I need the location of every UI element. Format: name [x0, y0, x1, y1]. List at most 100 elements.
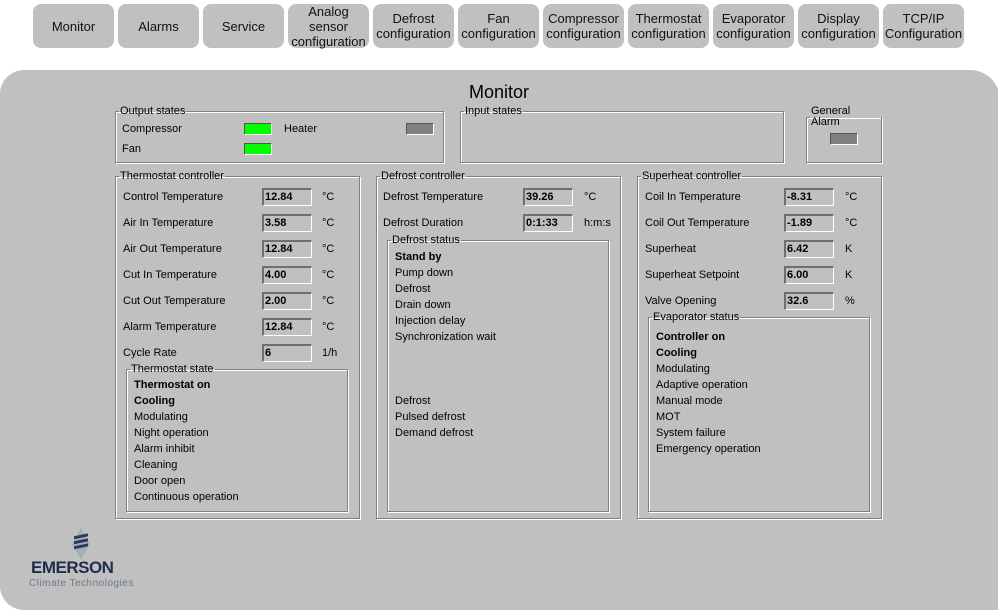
status-item: Drain down [395, 299, 451, 311]
status-item: Controller on [656, 331, 726, 343]
state-item: Alarm inhibit [134, 443, 195, 455]
tab-compressor-configuration[interactable]: Compressor configuration [543, 4, 624, 48]
general-alarm-indicator [830, 133, 858, 145]
cut-out-temperature-label: Cut Out Temperature [123, 295, 226, 307]
compressor-indicator [244, 123, 272, 135]
superheat-setpoint-label: Superheat Setpoint [645, 269, 740, 281]
air-in-temperature-label: Air In Temperature [123, 217, 214, 229]
brand-name: EMERSON [31, 558, 114, 577]
state-item: Cleaning [134, 459, 178, 471]
tab-label: Monitor [51, 18, 96, 34]
tab-label: Service [221, 18, 266, 34]
fan-label: Fan [122, 143, 141, 155]
group-title: Thermostat controller [120, 170, 224, 182]
unit: °C [322, 295, 335, 307]
group-title: Thermostat state [131, 363, 214, 375]
emerson-mark-icon [72, 528, 90, 560]
tab-label: Compressor configuration [546, 11, 621, 41]
tab-monitor[interactable]: Monitor [33, 4, 114, 48]
heater-label: Heater [284, 123, 318, 135]
brand-subtitle: Climate Technologies [29, 578, 134, 589]
coil-in-temperature-label: Coil In Temperature [645, 191, 741, 203]
defrost-duration-value: 0:1:33 [523, 214, 573, 232]
tab-label: Defrost configuration [376, 11, 451, 41]
tab-label: Analog sensor configuration [291, 3, 366, 49]
status-item: Emergency operation [656, 443, 761, 455]
unit: K [845, 243, 853, 255]
unit: °C [584, 191, 597, 203]
status-item: Manual mode [656, 395, 723, 407]
tab-tcpip-configuration[interactable]: TCP/IP Configuration [883, 4, 964, 48]
alarm-temperature-label: Alarm Temperature [123, 321, 217, 333]
unit: °C [322, 243, 335, 255]
state-item: Modulating [134, 411, 188, 423]
tab-fan-configuration[interactable]: Fan configuration [458, 4, 539, 48]
unit: °C [322, 191, 335, 203]
alarm-temperature-value: 12.84 [262, 318, 312, 336]
group-title: Superheat controller [642, 170, 742, 182]
defrost-type-item: Demand defrost [395, 427, 474, 439]
state-item: Thermostat on [134, 379, 211, 391]
tab-analog-sensor-configuration[interactable]: Analog sensor configuration [288, 3, 369, 49]
heater-indicator [406, 123, 434, 135]
air-out-temperature-label: Air Out Temperature [123, 243, 222, 255]
cut-in-temperature-value: 4.00 [262, 266, 312, 284]
tab-alarms[interactable]: Alarms [118, 4, 199, 48]
defrost-type-item: Pulsed defrost [395, 411, 466, 423]
status-item: Cooling [656, 347, 697, 359]
control-temperature-label: Control Temperature [123, 191, 224, 203]
status-item: Defrost [395, 283, 431, 295]
unit: °C [322, 217, 335, 229]
defrost-temperature-label: Defrost Temperature [383, 191, 484, 203]
air-out-temperature-value: 12.84 [262, 240, 312, 258]
status-item: MOT [656, 411, 681, 423]
tab-label: Thermostat configuration [631, 11, 706, 41]
defrost-temperature-value: 39.26 [523, 188, 573, 206]
tab-label: TCP/IP Configuration [884, 11, 963, 41]
tab-display-configuration[interactable]: Display configuration [798, 4, 879, 48]
tab-service[interactable]: Service [203, 4, 284, 48]
defrost-type-item: Defrost [395, 395, 431, 407]
state-item: Night operation [134, 427, 209, 439]
tab-evaporator-configuration[interactable]: Evaporator configuration [713, 4, 794, 48]
air-in-temperature-value: 3.58 [262, 214, 312, 232]
tab-label: Fan configuration [461, 11, 536, 41]
control-temperature-value: 12.84 [262, 188, 312, 206]
unit: 1/h [322, 347, 338, 359]
cut-out-temperature-value: 2.00 [262, 292, 312, 310]
group-title: Defrost status [392, 234, 460, 246]
unit: °C [322, 269, 335, 281]
unit: °C [845, 191, 858, 203]
superheat-label: Superheat [645, 243, 696, 255]
status-item: Stand by [395, 251, 442, 263]
status-item: Adaptive operation [656, 379, 748, 391]
cycle-rate-value: 6 [262, 344, 312, 362]
state-item: Continuous operation [134, 491, 239, 503]
cut-in-temperature-label: Cut In Temperature [123, 269, 217, 281]
defrost-duration-label: Defrost Duration [383, 217, 464, 229]
coil-out-temperature-value: -1.89 [784, 214, 834, 232]
status-item: Modulating [656, 363, 710, 375]
tab-defrost-configuration[interactable]: Defrost configuration [373, 4, 454, 48]
status-item: System failure [656, 427, 726, 439]
fan-indicator [244, 143, 272, 155]
input-states-group: Input states [460, 106, 784, 163]
valve-opening-label: Valve Opening [645, 295, 717, 307]
superheat-setpoint-value: 6.00 [784, 266, 834, 284]
compressor-label: Compressor [122, 123, 182, 135]
tab-label: Alarms [138, 18, 179, 34]
unit: °C [845, 217, 858, 229]
unit: h:m:s [584, 217, 611, 229]
superheat-value: 6.42 [784, 240, 834, 258]
tab-thermostat-configuration[interactable]: Thermostat configuration [628, 4, 709, 48]
group-title: Input states [465, 105, 522, 117]
group-title: Output states [120, 105, 186, 117]
unit: K [845, 269, 853, 281]
tab-label: Display configuration [801, 11, 876, 41]
unit: °C [322, 321, 335, 333]
status-item: Injection delay [395, 315, 466, 327]
group-title: General Alarm [811, 105, 851, 128]
state-item: Door open [134, 475, 186, 487]
group-title: Defrost controller [381, 170, 465, 182]
unit: % [845, 295, 855, 307]
